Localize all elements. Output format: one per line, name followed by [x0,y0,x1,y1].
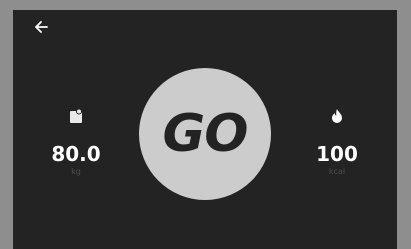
back-button[interactable] [33,19,49,35]
weight-unit: kg [71,167,81,176]
calories-value: 100 [316,142,358,166]
flame-icon [332,109,342,123]
go-button-label: GO [162,104,249,164]
weight-value: 80.0 [51,142,101,166]
arrow-left-icon [35,21,48,33]
calories-unit: kcal [328,167,346,176]
calories-stat: 100 kcal [297,107,377,177]
clipboard-icon [70,108,82,123]
go-button[interactable]: GO [139,68,271,200]
weight-stat: 80.0 kg [36,107,116,177]
workout-screen: 80.0 kg GO 100 kcal [13,10,397,249]
